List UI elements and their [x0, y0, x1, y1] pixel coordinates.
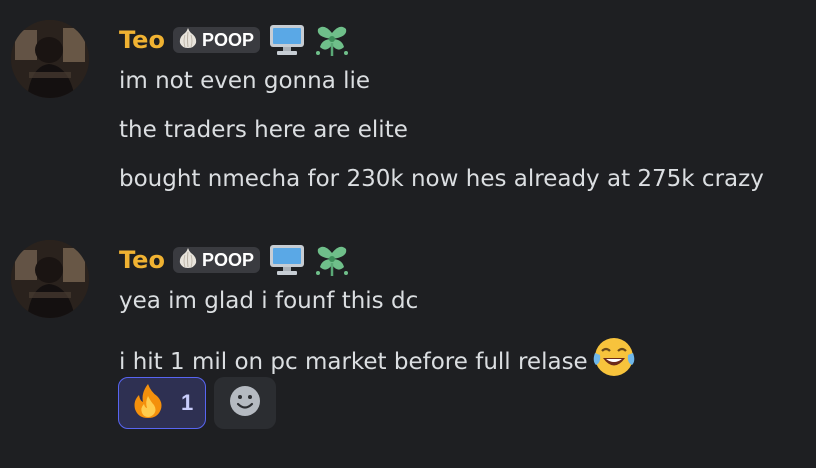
avatar[interactable] [11, 240, 89, 318]
message-text-content: i hit 1 mil on pc market before full rel… [119, 349, 588, 375]
reaction-count: 1 [181, 390, 194, 415]
seedling-icon[interactable] [314, 23, 350, 57]
garlic-icon [177, 27, 199, 53]
computer-icon[interactable] [268, 243, 306, 277]
reactions-bar: 1 [118, 377, 277, 429]
garlic-icon [177, 247, 199, 273]
reaction-fire[interactable]: 1 [118, 377, 207, 429]
message-text: bought nmecha for 230k now hes already a… [119, 166, 764, 192]
guild-tag-label: POOP [201, 249, 254, 270]
avatar[interactable] [11, 20, 89, 98]
seedling-icon[interactable] [314, 243, 350, 277]
joy-emoji-icon [592, 335, 636, 387]
message-text: im not even gonna lie [119, 68, 371, 94]
message-header: Teo POOP [119, 242, 350, 278]
guild-tag[interactable]: POOP [172, 27, 260, 53]
message-text: the traders here are elite [119, 117, 408, 143]
username[interactable]: Teo [119, 26, 165, 54]
guild-tag-label: POOP [201, 29, 254, 50]
username[interactable]: Teo [119, 246, 165, 274]
guild-tag[interactable]: POOP [172, 247, 260, 273]
message-header: Teo POOP [119, 22, 350, 58]
computer-icon[interactable] [268, 23, 306, 57]
add-reaction-button[interactable] [214, 377, 277, 429]
chat-area: Teo POOP im not even gonna lie the trade… [0, 0, 816, 468]
fire-emoji-icon [129, 382, 167, 424]
message-text: yea im glad i founf this dc [119, 288, 419, 314]
smiley-icon [228, 384, 262, 422]
